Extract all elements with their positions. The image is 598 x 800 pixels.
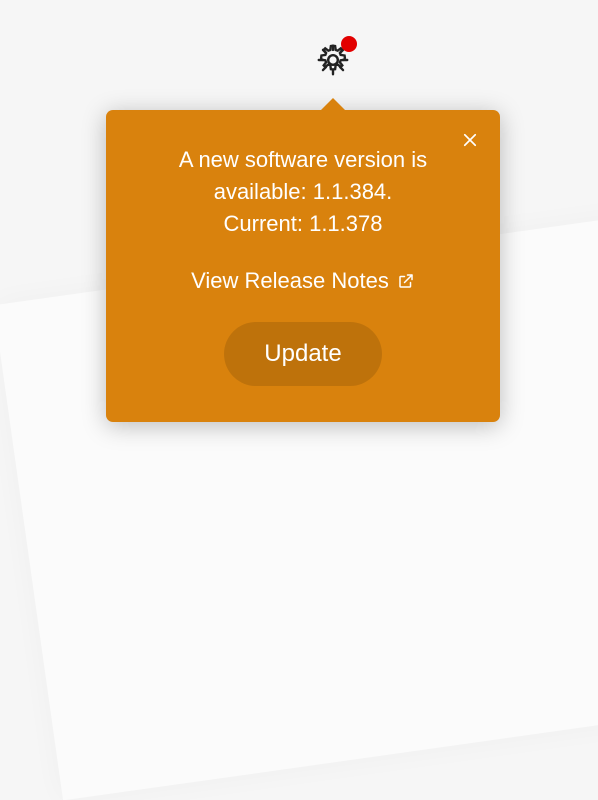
close-button[interactable]	[458, 128, 482, 152]
release-notes-label: View Release Notes	[191, 268, 389, 294]
update-button-label: Update	[264, 340, 341, 367]
update-message: A new software version is available: 1.1…	[134, 144, 472, 240]
update-button[interactable]: Update	[224, 322, 381, 386]
close-icon	[461, 131, 479, 149]
message-line-1: A new software version is	[179, 147, 427, 172]
settings-trigger[interactable]	[313, 40, 353, 80]
release-notes-link[interactable]: View Release Notes	[134, 268, 472, 294]
message-line-2: available: 1.1.384.	[214, 179, 393, 204]
update-popover: A new software version is available: 1.1…	[106, 110, 500, 422]
message-line-3: Current: 1.1.378	[224, 211, 383, 236]
notification-badge-icon	[341, 36, 357, 52]
external-link-icon	[397, 272, 415, 290]
